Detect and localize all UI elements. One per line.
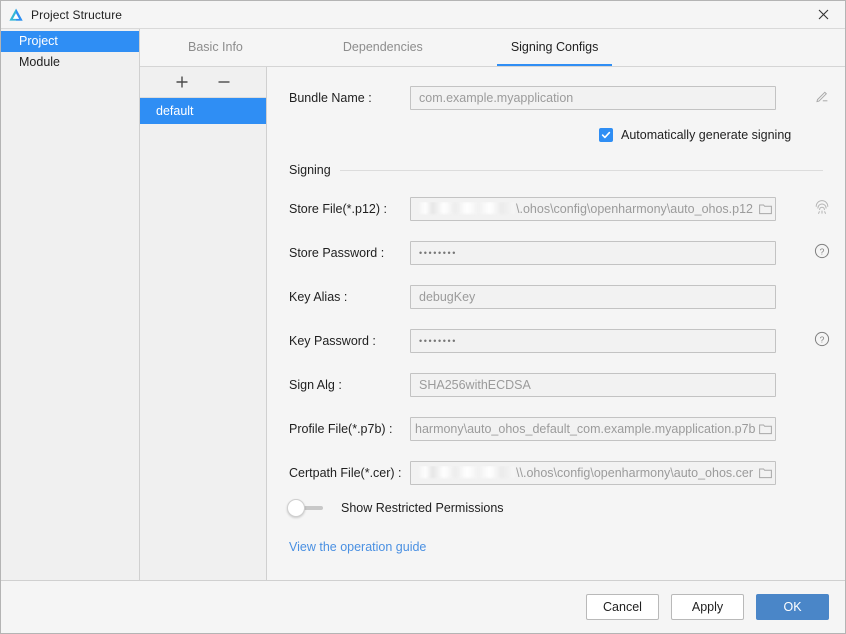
window-title: Project Structure (31, 7, 123, 22)
certpath-file-path-text: \\.ohos\config\openharmony\auto_ohos.cer (516, 466, 753, 480)
profile-file-row: Profile File(*.p7b) : harmony\auto_ohos_… (267, 417, 845, 441)
help-circle-icon-key-password[interactable]: ? (812, 329, 832, 349)
show-restricted-permissions-row: Show Restricted Permissions (287, 499, 504, 517)
store-file-input[interactable]: \.ohos\config\openharmony\auto_ohos.p12 (410, 197, 776, 221)
signing-configs-panel: default Bundle Name : com.example.myappl… (140, 67, 845, 580)
signing-config-toolbar (140, 67, 266, 98)
certpath-file-label: Certpath File(*.cer) : (289, 466, 402, 480)
project-structure-dialog: Project Structure Project Module Basic I… (0, 0, 846, 634)
tab-dependencies[interactable]: Dependencies (329, 30, 437, 66)
checkbox-box (599, 128, 613, 142)
right-pane: Basic Info Dependencies Signing Configs (140, 29, 845, 580)
store-file-value: \.ohos\config\openharmony\auto_ohos.p12 (411, 202, 755, 216)
key-password-input[interactable]: •••••••• (410, 329, 776, 353)
dialog-body: Project Module Basic Info Dependencies S… (1, 29, 845, 580)
signing-group-title: Signing (289, 163, 331, 177)
key-alias-value: debugKey (419, 290, 476, 304)
key-alias-row: Key Alias : debugKey (267, 285, 845, 309)
fingerprint-icon[interactable] (812, 197, 832, 217)
help-circle-icon-store-password[interactable]: ? (812, 241, 832, 261)
profile-file-value: harmony\auto_ohos_default_com.example.my… (415, 422, 755, 436)
operation-guide-link[interactable]: View the operation guide (289, 540, 426, 554)
folder-icon[interactable] (755, 198, 775, 220)
signing-config-list: default (140, 67, 267, 580)
tree-item-module-label: Module (19, 55, 60, 69)
certpath-file-row: Certpath File(*.cer) : \\.ohos\config\op… (267, 461, 845, 485)
bundle-name-value: com.example.myapplication (419, 91, 574, 105)
store-password-row: Store Password : •••••••• (267, 241, 845, 265)
apply-button[interactable]: Apply (671, 594, 744, 620)
cancel-button[interactable]: Cancel (586, 594, 659, 620)
key-password-row: Key Password : •••••••• (267, 329, 845, 353)
bundle-name-input[interactable]: com.example.myapplication (410, 86, 776, 110)
config-item-default-label: default (156, 104, 194, 118)
remove-config-button[interactable] (215, 73, 233, 91)
store-password-input[interactable]: •••••••• (410, 241, 776, 265)
tab-signing-configs-label: Signing Configs (510, 40, 599, 54)
store-file-path-text: \.ohos\config\openharmony\auto_ohos.p12 (516, 202, 753, 216)
profile-file-input[interactable]: harmony\auto_ohos_default_com.example.my… (410, 417, 776, 441)
title-bar: Project Structure (1, 1, 845, 29)
group-divider (339, 169, 823, 171)
tree-item-module[interactable]: Module (1, 52, 139, 73)
certpath-file-value: \\.ohos\config\openharmony\auto_ohos.cer (411, 466, 755, 480)
certpath-file-input[interactable]: \\.ohos\config\openharmony\auto_ohos.cer (410, 461, 776, 485)
tab-dependencies-label: Dependencies (342, 40, 423, 54)
profile-file-label: Profile File(*.p7b) : (289, 422, 393, 436)
navigation-tree: Project Module (1, 29, 140, 580)
sign-alg-input[interactable]: SHA256withECDSA (410, 373, 776, 397)
store-password-value: •••••••• (419, 248, 458, 258)
store-file-label: Store File(*.p12) : (289, 202, 387, 216)
key-password-value: •••••••• (419, 336, 458, 346)
deveco-logo-icon (8, 7, 24, 23)
redacted-path-block (419, 466, 516, 478)
ok-button[interactable]: OK (756, 594, 829, 620)
config-item-default[interactable]: default (140, 98, 266, 124)
sign-alg-label: Sign Alg : (289, 378, 342, 392)
store-file-row: Store File(*.p12) : \.ohos\config\openha… (267, 197, 845, 221)
redacted-path-block (419, 202, 516, 214)
tab-basic-info[interactable]: Basic Info (174, 30, 257, 66)
close-icon[interactable] (801, 1, 845, 27)
tab-basic-info-label: Basic Info (188, 40, 243, 54)
auto-generate-signing-checkbox[interactable]: Automatically generate signing (599, 128, 791, 142)
dialog-footer: Cancel Apply OK (1, 580, 845, 633)
add-config-button[interactable] (173, 73, 191, 91)
store-password-label: Store Password : (289, 246, 385, 260)
bundle-name-row: Bundle Name : com.example.myapplication (267, 86, 845, 110)
folder-icon[interactable] (755, 418, 775, 440)
show-restricted-permissions-label: Show Restricted Permissions (341, 501, 504, 515)
key-alias-input[interactable]: debugKey (410, 285, 776, 309)
sign-alg-value: SHA256withECDSA (419, 378, 531, 392)
folder-icon[interactable] (755, 462, 775, 484)
tree-item-project-label: Project (19, 34, 58, 48)
svg-text:?: ? (820, 246, 825, 256)
sign-alg-row: Sign Alg : SHA256withECDSA (267, 373, 845, 397)
bundle-name-label: Bundle Name : (289, 91, 372, 105)
signing-form: Bundle Name : com.example.myapplication (267, 67, 845, 580)
auto-generate-signing-label: Automatically generate signing (621, 128, 792, 142)
svg-text:?: ? (820, 334, 825, 344)
show-restricted-permissions-toggle[interactable] (287, 499, 323, 517)
toggle-knob (287, 499, 305, 517)
signing-group-header: Signing (289, 163, 823, 177)
tab-signing-configs[interactable]: Signing Configs (496, 30, 613, 66)
key-password-label: Key Password : (289, 334, 376, 348)
tab-bar: Basic Info Dependencies Signing Configs (140, 29, 845, 67)
pencil-icon[interactable] (812, 86, 832, 106)
tree-item-project[interactable]: Project (1, 31, 139, 52)
key-alias-label: Key Alias : (289, 290, 348, 304)
